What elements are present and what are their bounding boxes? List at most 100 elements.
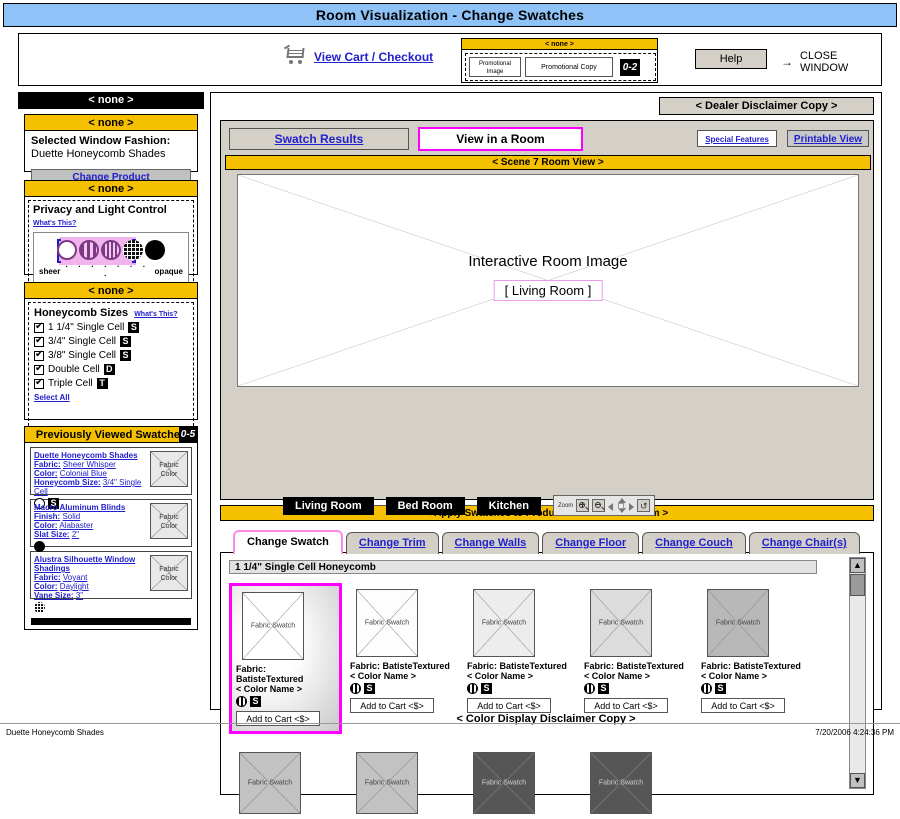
swatch-cell: Fabric Swatch Fabric: BatisteTextured < … — [346, 579, 463, 734]
fabric-swatch-image[interactable]: Fabric Swatch — [590, 589, 652, 657]
swatch-fabric-1: Fabric: BatisteTextured — [350, 661, 450, 671]
scrollbar-thumb[interactable] — [850, 574, 865, 596]
honeycomb-option-row[interactable]: 3/4" Single Cell S — [34, 335, 188, 347]
honeycomb-option-row[interactable]: 1 1/4" Single Cell S — [34, 321, 188, 333]
swatch-code-2: S — [481, 683, 492, 694]
sheer-circle-icon[interactable] — [57, 240, 77, 260]
fabric-swatch-image[interactable]: Fabric Swatch — [707, 589, 769, 657]
swatch-caption: Fabric Swatch — [481, 779, 527, 787]
close-window-label[interactable]: CLOSE WINDOW — [800, 50, 881, 74]
special-features-link[interactable]: Special Features — [705, 135, 769, 144]
room-image-label: Interactive Room Image — [468, 253, 628, 270]
swatch-card[interactable]: Fabric Swatch Fabric: BatisteTextured < … — [463, 583, 576, 718]
printable-view-button[interactable]: Printable View — [787, 130, 869, 147]
swatch-caption: Fabric Swatch — [598, 619, 644, 627]
tab-change-walls[interactable]: Change Walls — [441, 532, 540, 554]
swatch-card[interactable]: Fabric Swatch — [229, 746, 342, 819]
select-all-link[interactable]: Select All — [34, 393, 70, 402]
tab-change-floor-label[interactable]: Change Floor — [555, 537, 626, 549]
room-selector-bar: Living Room Bed Room Kitchen Zoom ↺ — [283, 495, 656, 516]
tab-change-couch[interactable]: Change Couch — [642, 532, 746, 554]
pan-dpad-icon[interactable] — [608, 498, 635, 513]
add-to-cart-button-4[interactable]: Add to Cart <$> — [701, 698, 785, 713]
swatch-card[interactable]: Fabric Swatch — [463, 746, 576, 819]
tab-change-floor[interactable]: Change Floor — [542, 532, 640, 554]
add-to-cart-button-3[interactable]: Add to Cart <$> — [584, 698, 668, 713]
semi-sheer-circle-icon[interactable] — [79, 240, 99, 260]
reset-icon[interactable]: ↺ — [637, 499, 651, 512]
swatch-card[interactable]: Fabric Swatch Fabric: BatisteTextured < … — [580, 583, 693, 718]
swatch-card[interactable]: Fabric Swatch — [580, 746, 693, 819]
fabric-swatch-image[interactable]: Fabric Swatch — [473, 752, 535, 814]
add-to-cart-button-2[interactable]: Add to Cart <$> — [467, 698, 551, 713]
list-item[interactable]: Macro Aluminum Blinds Finish: Solid Colo… — [30, 499, 192, 552]
fabric-swatch-image[interactable]: Fabric Swatch — [356, 752, 418, 814]
honeycomb-checkbox-1[interactable] — [34, 335, 44, 347]
printable-view-link[interactable]: Printable View — [794, 134, 862, 145]
sidebar-top-header: < none > — [18, 92, 204, 109]
vertical-scrollbar[interactable]: ▲ ▼ — [849, 557, 866, 789]
honeycomb-code-0: S — [128, 322, 140, 333]
pv-val-0-0: Sheer Whisper — [62, 460, 116, 469]
pv-val-1-1: Alabaster — [59, 521, 94, 530]
room-button-bed[interactable]: Bed Room — [385, 496, 465, 515]
add-to-cart-button-1[interactable]: Add to Cart <$> — [350, 698, 434, 713]
opaque-circle-icon[interactable] — [145, 240, 165, 260]
list-item[interactable]: Duette Honeycomb Shades Fabric: Sheer Wh… — [30, 447, 192, 509]
grid-circle-icon[interactable] — [123, 240, 143, 260]
interactive-room-image[interactable]: Interactive Room Image [ Living Room ] — [237, 174, 859, 387]
fabric-color-thumb: Fabric Color — [150, 503, 188, 539]
honeycomb-option-row[interactable]: Double Cell D — [34, 363, 188, 375]
zoom-in-icon[interactable] — [576, 499, 590, 512]
promo-header: < none > — [462, 39, 657, 50]
honeycomb-checkbox-3[interactable] — [34, 363, 44, 375]
pv-key-0-2: Honeycomb Size: — [34, 478, 101, 487]
separator — [464, 505, 477, 506]
honeycomb-option-row[interactable]: 3/8" Single Cell S — [34, 349, 188, 361]
room-button-kitchen[interactable]: Kitchen — [476, 496, 541, 515]
help-button[interactable]: Help — [695, 49, 767, 69]
tab-change-chairs-label[interactable]: Change Chair(s) — [762, 537, 847, 549]
honeycomb-checkbox-2[interactable] — [34, 349, 44, 361]
scroll-up-arrow-icon[interactable]: ▲ — [850, 558, 865, 573]
pv-key-2-0: Fabric: — [34, 573, 61, 582]
tab-view-in-a-room[interactable]: View in a Room — [418, 127, 583, 151]
honeycomb-checkbox-0[interactable] — [34, 321, 44, 333]
fabric-swatch-image[interactable]: Fabric Swatch — [473, 589, 535, 657]
tab-change-trim[interactable]: Change Trim — [345, 532, 439, 554]
swatch-results-link[interactable]: Swatch Results — [275, 132, 364, 146]
window-title-bar: Room Visualization - Change Swatches — [3, 3, 897, 27]
list-item[interactable]: Alustra Silhouette Window Shadings Fabri… — [30, 551, 192, 613]
previously-viewed-swatches-panel: Previously Viewed Swatches 0-5 Duette Ho… — [24, 426, 198, 630]
swatch-card-selected[interactable]: Fabric Swatch Fabric: BatisteTextured < … — [229, 583, 342, 734]
solid-circle-icon — [34, 541, 45, 552]
swatch-color-2: < Color Name > — [467, 671, 534, 681]
tab-change-trim-label[interactable]: Change Trim — [359, 537, 426, 549]
zoom-out-icon[interactable] — [592, 499, 606, 512]
tab-change-couch-label[interactable]: Change Couch — [655, 537, 733, 549]
close-window-control[interactable]: → CLOSE WINDOW — [781, 50, 881, 74]
swatch-card[interactable]: Fabric Swatch Fabric: BatisteTextured < … — [346, 583, 459, 718]
view-cart-checkout[interactable]: View Cart / Checkout — [283, 44, 433, 65]
honeycomb-option-row[interactable]: Triple Cell T — [34, 377, 188, 389]
view-cart-checkout-link[interactable]: View Cart / Checkout — [314, 50, 433, 64]
honeycomb-whats-this-link[interactable]: What's This? — [134, 311, 177, 318]
swatch-card[interactable]: Fabric Swatch Fabric: BatisteTextured < … — [697, 583, 810, 718]
tab-change-swatch[interactable]: Change Swatch — [233, 530, 343, 554]
scroll-down-arrow-icon[interactable]: ▼ — [850, 773, 865, 788]
honeycomb-checkbox-4[interactable] — [34, 377, 44, 389]
fabric-color-thumb: Fabric Color — [150, 555, 188, 591]
tab-change-chairs[interactable]: Change Chair(s) — [748, 532, 860, 554]
swatch-card[interactable]: Fabric Swatch — [346, 746, 459, 819]
tab-change-walls-label[interactable]: Change Walls — [455, 537, 527, 549]
fabric-swatch-image[interactable]: Fabric Swatch — [239, 752, 301, 814]
fabric-swatch-image[interactable]: Fabric Swatch — [590, 752, 652, 814]
semi-opaque-circle-icon[interactable] — [101, 240, 121, 260]
privacy-whats-this-link[interactable]: What's This? — [33, 220, 76, 227]
fabric-swatch-image[interactable]: Fabric Swatch — [242, 592, 304, 660]
swatch-color-1: < Color Name > — [350, 671, 417, 681]
room-button-living[interactable]: Living Room — [283, 496, 374, 515]
tab-swatch-results[interactable]: Swatch Results — [229, 128, 409, 150]
special-features-button[interactable]: Special Features — [697, 130, 777, 147]
fabric-swatch-image[interactable]: Fabric Swatch — [356, 589, 418, 657]
